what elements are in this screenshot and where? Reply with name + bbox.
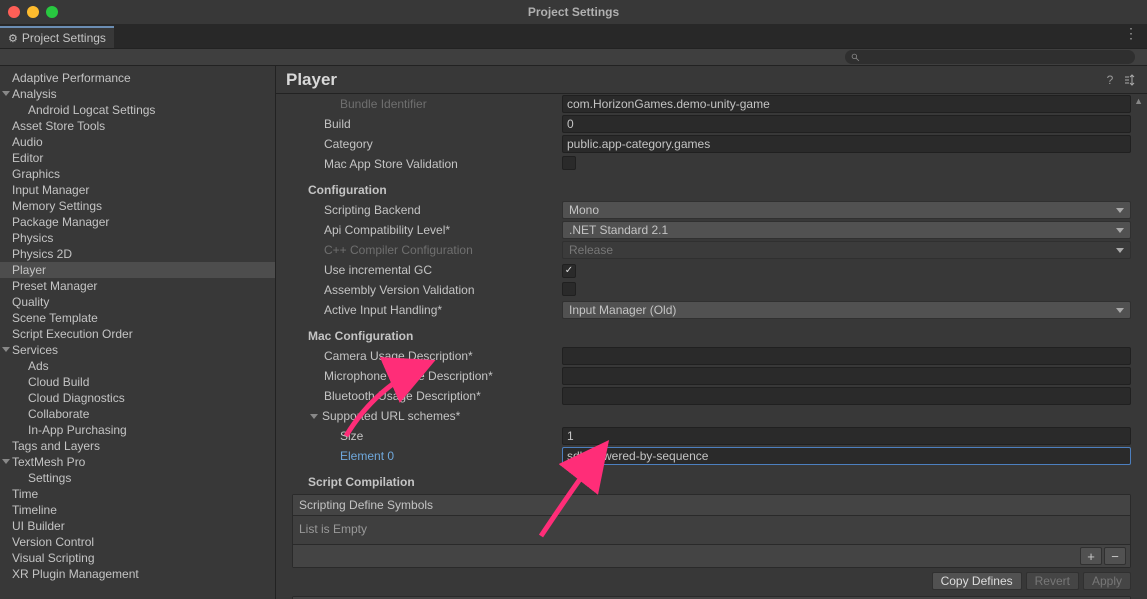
url-scheme-element0-label[interactable]: Element 0 <box>292 449 562 463</box>
sidebar-item-textmesh-settings[interactable]: Settings <box>0 470 275 486</box>
assembly-validation-label: Assembly Version Validation <box>292 283 562 297</box>
content-panel: Player ? ▲ Bundle Identifier com.Horizon… <box>276 66 1147 599</box>
sidebar-item-time[interactable]: Time <box>0 486 275 502</box>
api-compat-label: Api Compatibility Level* <box>292 223 562 237</box>
supported-url-schemes-foldout[interactable]: Supported URL schemes* <box>292 406 1131 426</box>
sidebar-item-script-execution-order[interactable]: Script Execution Order <box>0 326 275 342</box>
url-scheme-size-label: Size <box>292 429 562 443</box>
bluetooth-usage-label: Bluetooth Usage Description* <box>292 389 562 403</box>
active-input-handling-label: Active Input Handling* <box>292 303 562 317</box>
scripting-backend-label: Scripting Backend <box>292 203 562 217</box>
sidebar-item-textmesh-pro[interactable]: TextMesh Pro <box>0 454 275 470</box>
sidebar-item-audio[interactable]: Audio <box>0 134 275 150</box>
sidebar-item-package-manager[interactable]: Package Manager <box>0 214 275 230</box>
sidebar-item-cloud-diagnostics[interactable]: Cloud Diagnostics <box>0 390 275 406</box>
mac-app-store-label: Mac App Store Validation <box>292 157 562 171</box>
sidebar-item-scene-template[interactable]: Scene Template <box>0 310 275 326</box>
tab-menu-icon[interactable]: ⋮ <box>1124 28 1139 38</box>
bundle-identifier-label: Bundle Identifier <box>292 97 562 111</box>
sidebar-item-editor[interactable]: Editor <box>0 150 275 166</box>
sidebar-item-player[interactable]: Player <box>0 262 275 278</box>
sidebar-item-adaptive-performance[interactable]: Adaptive Performance <box>0 70 275 86</box>
window-titlebar: Project Settings <box>0 0 1147 24</box>
sidebar-item-input-manager[interactable]: Input Manager <box>0 182 275 198</box>
camera-usage-label: Camera Usage Description* <box>292 349 562 363</box>
sidebar-item-analysis[interactable]: Analysis <box>0 86 275 102</box>
bundle-identifier-input[interactable]: com.HorizonGames.demo-unity-game <box>562 95 1131 113</box>
supported-url-schemes-label: Supported URL schemes* <box>322 409 460 423</box>
copy-defines-button[interactable]: Copy Defines <box>932 572 1022 590</box>
list-remove-button[interactable]: − <box>1104 547 1126 565</box>
apply-button[interactable]: Apply <box>1083 572 1131 590</box>
sidebar-item-physics[interactable]: Physics <box>0 230 275 246</box>
sidebar-item-quality[interactable]: Quality <box>0 294 275 310</box>
camera-usage-input[interactable] <box>562 347 1131 365</box>
sidebar-item-tags-layers[interactable]: Tags and Layers <box>0 438 275 454</box>
category-input[interactable]: public.app-category.games <box>562 135 1131 153</box>
tab-project-settings[interactable]: ⚙ Project Settings <box>0 26 114 48</box>
toolbar <box>0 48 1147 66</box>
tab-label: Project Settings <box>22 31 106 45</box>
script-compilation-section-label: Script Compilation <box>292 472 1131 492</box>
active-input-handling-dropdown[interactable]: Input Manager (Old) <box>562 301 1131 319</box>
sidebar-item-graphics[interactable]: Graphics <box>0 166 275 182</box>
sidebar-item-collaborate[interactable]: Collaborate <box>0 406 275 422</box>
revert-button[interactable]: Revert <box>1026 572 1079 590</box>
url-scheme-element0-input[interactable]: sdk-powered-by-sequence <box>562 447 1131 465</box>
mac-app-store-checkbox[interactable] <box>562 156 576 170</box>
build-label: Build <box>292 117 562 131</box>
incremental-gc-label: Use incremental GC <box>292 263 562 277</box>
cpp-compiler-dropdown: Release <box>562 241 1131 259</box>
microphone-usage-input[interactable] <box>562 367 1131 385</box>
category-label: Category <box>292 137 562 151</box>
search-input[interactable] <box>845 50 1135 64</box>
sidebar-item-timeline[interactable]: Timeline <box>0 502 275 518</box>
search-icon <box>851 53 860 62</box>
sidebar-item-ui-builder[interactable]: UI Builder <box>0 518 275 534</box>
sidebar-item-memory-settings[interactable]: Memory Settings <box>0 198 275 214</box>
sidebar-item-in-app-purchasing[interactable]: In-App Purchasing <box>0 422 275 438</box>
assembly-validation-checkbox[interactable] <box>562 282 576 296</box>
microphone-usage-label: Microphone Usage Description* <box>292 369 562 383</box>
gear-icon: ⚙ <box>8 32 18 45</box>
window-title: Project Settings <box>0 5 1147 19</box>
configuration-section-label: Configuration <box>292 180 1131 200</box>
cpp-compiler-label: C++ Compiler Configuration <box>292 243 562 257</box>
sidebar-item-services[interactable]: Services <box>0 342 275 358</box>
page-title: Player <box>286 70 337 90</box>
sidebar-item-version-control[interactable]: Version Control <box>0 534 275 550</box>
content-scroll[interactable]: Bundle Identifier com.HorizonGames.demo-… <box>276 94 1147 599</box>
settings-preset-icon[interactable] <box>1123 73 1137 87</box>
sidebar-item-preset-manager[interactable]: Preset Manager <box>0 278 275 294</box>
scripting-define-symbols-label: Scripting Define Symbols <box>293 495 1130 516</box>
list-add-button[interactable]: + <box>1080 547 1102 565</box>
list-empty-label: List is Empty <box>293 516 1130 544</box>
sidebar-item-android-logcat[interactable]: Android Logcat Settings <box>0 102 275 118</box>
bluetooth-usage-input[interactable] <box>562 387 1131 405</box>
incremental-gc-checkbox[interactable] <box>562 264 576 278</box>
tabbar: ⚙ Project Settings ⋮ <box>0 24 1147 48</box>
sidebar-item-ads[interactable]: Ads <box>0 358 275 374</box>
mac-configuration-section-label: Mac Configuration <box>292 326 1131 346</box>
api-compat-dropdown[interactable]: .NET Standard 2.1 <box>562 221 1131 239</box>
url-scheme-size-input[interactable]: 1 <box>562 427 1131 445</box>
sidebar-item-physics-2d[interactable]: Physics 2D <box>0 246 275 262</box>
sidebar-item-asset-store-tools[interactable]: Asset Store Tools <box>0 118 275 134</box>
sidebar-item-xr-plugin-management[interactable]: XR Plugin Management <box>0 566 275 582</box>
scripting-define-symbols-list: Scripting Define Symbols List is Empty +… <box>292 494 1131 568</box>
build-input[interactable]: 0 <box>562 115 1131 133</box>
scripting-backend-dropdown[interactable]: Mono <box>562 201 1131 219</box>
sidebar-item-cloud-build[interactable]: Cloud Build <box>0 374 275 390</box>
content-header: Player ? <box>276 66 1147 94</box>
help-icon[interactable]: ? <box>1103 73 1117 87</box>
sidebar-item-visual-scripting[interactable]: Visual Scripting <box>0 550 275 566</box>
settings-sidebar: Adaptive Performance Analysis Android Lo… <box>0 66 276 599</box>
